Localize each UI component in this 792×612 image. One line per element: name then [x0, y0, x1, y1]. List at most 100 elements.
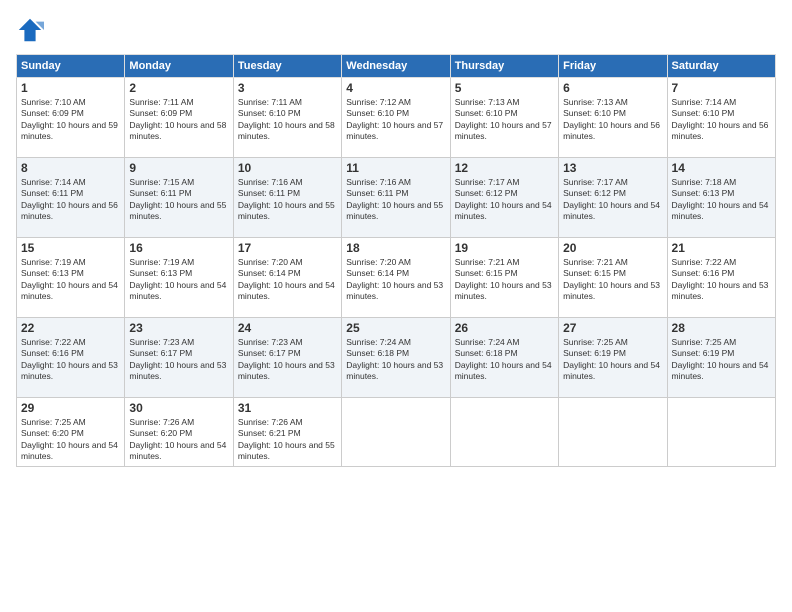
day-info: Sunrise: 7:25 AM Sunset: 6:19 PM Dayligh…: [563, 337, 662, 383]
day-number: 18: [346, 241, 445, 255]
day-info: Sunrise: 7:24 AM Sunset: 6:18 PM Dayligh…: [346, 337, 445, 383]
day-number: 4: [346, 81, 445, 95]
calendar-cell: 21 Sunrise: 7:22 AM Sunset: 6:16 PM Dayl…: [667, 238, 775, 318]
day-number: 28: [672, 321, 771, 335]
calendar-cell: 8 Sunrise: 7:14 AM Sunset: 6:11 PM Dayli…: [17, 158, 125, 238]
day-number: 17: [238, 241, 337, 255]
calendar-header-row: SundayMondayTuesdayWednesdayThursdayFrid…: [17, 55, 776, 78]
day-info: Sunrise: 7:21 AM Sunset: 6:15 PM Dayligh…: [563, 257, 662, 303]
page: SundayMondayTuesdayWednesdayThursdayFrid…: [0, 0, 792, 612]
week-row-1: 1 Sunrise: 7:10 AM Sunset: 6:09 PM Dayli…: [17, 78, 776, 158]
calendar-cell: 16 Sunrise: 7:19 AM Sunset: 6:13 PM Dayl…: [125, 238, 233, 318]
day-number: 1: [21, 81, 120, 95]
day-info: Sunrise: 7:18 AM Sunset: 6:13 PM Dayligh…: [672, 177, 771, 223]
calendar-cell: 18 Sunrise: 7:20 AM Sunset: 6:14 PM Dayl…: [342, 238, 450, 318]
day-info: Sunrise: 7:14 AM Sunset: 6:10 PM Dayligh…: [672, 97, 771, 143]
day-number: 23: [129, 321, 228, 335]
header-tuesday: Tuesday: [233, 55, 341, 78]
day-number: 10: [238, 161, 337, 175]
day-info: Sunrise: 7:14 AM Sunset: 6:11 PM Dayligh…: [21, 177, 120, 223]
day-number: 21: [672, 241, 771, 255]
day-number: 2: [129, 81, 228, 95]
calendar-cell: [342, 398, 450, 467]
calendar-cell: 13 Sunrise: 7:17 AM Sunset: 6:12 PM Dayl…: [559, 158, 667, 238]
day-number: 9: [129, 161, 228, 175]
calendar-cell: 23 Sunrise: 7:23 AM Sunset: 6:17 PM Dayl…: [125, 318, 233, 398]
day-number: 13: [563, 161, 662, 175]
day-number: 24: [238, 321, 337, 335]
day-number: 20: [563, 241, 662, 255]
calendar-cell: 14 Sunrise: 7:18 AM Sunset: 6:13 PM Dayl…: [667, 158, 775, 238]
day-number: 25: [346, 321, 445, 335]
week-row-5: 29 Sunrise: 7:25 AM Sunset: 6:20 PM Dayl…: [17, 398, 776, 467]
calendar-cell: 12 Sunrise: 7:17 AM Sunset: 6:12 PM Dayl…: [450, 158, 558, 238]
day-number: 7: [672, 81, 771, 95]
day-info: Sunrise: 7:25 AM Sunset: 6:19 PM Dayligh…: [672, 337, 771, 383]
day-info: Sunrise: 7:22 AM Sunset: 6:16 PM Dayligh…: [672, 257, 771, 303]
day-info: Sunrise: 7:16 AM Sunset: 6:11 PM Dayligh…: [238, 177, 337, 223]
day-info: Sunrise: 7:16 AM Sunset: 6:11 PM Dayligh…: [346, 177, 445, 223]
day-info: Sunrise: 7:13 AM Sunset: 6:10 PM Dayligh…: [563, 97, 662, 143]
calendar-cell: 29 Sunrise: 7:25 AM Sunset: 6:20 PM Dayl…: [17, 398, 125, 467]
calendar-cell: 9 Sunrise: 7:15 AM Sunset: 6:11 PM Dayli…: [125, 158, 233, 238]
week-row-4: 22 Sunrise: 7:22 AM Sunset: 6:16 PM Dayl…: [17, 318, 776, 398]
calendar-cell: 26 Sunrise: 7:24 AM Sunset: 6:18 PM Dayl…: [450, 318, 558, 398]
calendar-cell: 5 Sunrise: 7:13 AM Sunset: 6:10 PM Dayli…: [450, 78, 558, 158]
day-info: Sunrise: 7:25 AM Sunset: 6:20 PM Dayligh…: [21, 417, 120, 463]
day-info: Sunrise: 7:19 AM Sunset: 6:13 PM Dayligh…: [21, 257, 120, 303]
logo: [16, 16, 48, 44]
calendar-cell: 1 Sunrise: 7:10 AM Sunset: 6:09 PM Dayli…: [17, 78, 125, 158]
header-saturday: Saturday: [667, 55, 775, 78]
day-number: 6: [563, 81, 662, 95]
day-info: Sunrise: 7:26 AM Sunset: 6:21 PM Dayligh…: [238, 417, 337, 463]
calendar-cell: 15 Sunrise: 7:19 AM Sunset: 6:13 PM Dayl…: [17, 238, 125, 318]
calendar-cell: [559, 398, 667, 467]
day-number: 29: [21, 401, 120, 415]
week-row-3: 15 Sunrise: 7:19 AM Sunset: 6:13 PM Dayl…: [17, 238, 776, 318]
calendar-cell: 25 Sunrise: 7:24 AM Sunset: 6:18 PM Dayl…: [342, 318, 450, 398]
day-number: 30: [129, 401, 228, 415]
day-info: Sunrise: 7:17 AM Sunset: 6:12 PM Dayligh…: [563, 177, 662, 223]
day-number: 3: [238, 81, 337, 95]
day-info: Sunrise: 7:11 AM Sunset: 6:09 PM Dayligh…: [129, 97, 228, 143]
day-number: 15: [21, 241, 120, 255]
header-sunday: Sunday: [17, 55, 125, 78]
week-row-2: 8 Sunrise: 7:14 AM Sunset: 6:11 PM Dayli…: [17, 158, 776, 238]
calendar-cell: 2 Sunrise: 7:11 AM Sunset: 6:09 PM Dayli…: [125, 78, 233, 158]
calendar-cell: 11 Sunrise: 7:16 AM Sunset: 6:11 PM Dayl…: [342, 158, 450, 238]
day-info: Sunrise: 7:17 AM Sunset: 6:12 PM Dayligh…: [455, 177, 554, 223]
day-number: 14: [672, 161, 771, 175]
calendar-cell: 19 Sunrise: 7:21 AM Sunset: 6:15 PM Dayl…: [450, 238, 558, 318]
calendar-cell: 6 Sunrise: 7:13 AM Sunset: 6:10 PM Dayli…: [559, 78, 667, 158]
calendar-cell: 24 Sunrise: 7:23 AM Sunset: 6:17 PM Dayl…: [233, 318, 341, 398]
header-thursday: Thursday: [450, 55, 558, 78]
day-number: 16: [129, 241, 228, 255]
header: [16, 16, 776, 44]
day-info: Sunrise: 7:20 AM Sunset: 6:14 PM Dayligh…: [346, 257, 445, 303]
calendar-cell: 30 Sunrise: 7:26 AM Sunset: 6:20 PM Dayl…: [125, 398, 233, 467]
calendar-cell: [667, 398, 775, 467]
day-info: Sunrise: 7:23 AM Sunset: 6:17 PM Dayligh…: [238, 337, 337, 383]
calendar-cell: 4 Sunrise: 7:12 AM Sunset: 6:10 PM Dayli…: [342, 78, 450, 158]
calendar-cell: [450, 398, 558, 467]
calendar-cell: 27 Sunrise: 7:25 AM Sunset: 6:19 PM Dayl…: [559, 318, 667, 398]
day-number: 11: [346, 161, 445, 175]
day-info: Sunrise: 7:26 AM Sunset: 6:20 PM Dayligh…: [129, 417, 228, 463]
header-monday: Monday: [125, 55, 233, 78]
header-wednesday: Wednesday: [342, 55, 450, 78]
day-info: Sunrise: 7:23 AM Sunset: 6:17 PM Dayligh…: [129, 337, 228, 383]
day-number: 27: [563, 321, 662, 335]
day-info: Sunrise: 7:11 AM Sunset: 6:10 PM Dayligh…: [238, 97, 337, 143]
day-info: Sunrise: 7:13 AM Sunset: 6:10 PM Dayligh…: [455, 97, 554, 143]
calendar-cell: 17 Sunrise: 7:20 AM Sunset: 6:14 PM Dayl…: [233, 238, 341, 318]
day-info: Sunrise: 7:10 AM Sunset: 6:09 PM Dayligh…: [21, 97, 120, 143]
day-number: 8: [21, 161, 120, 175]
calendar-cell: 7 Sunrise: 7:14 AM Sunset: 6:10 PM Dayli…: [667, 78, 775, 158]
day-number: 31: [238, 401, 337, 415]
day-info: Sunrise: 7:20 AM Sunset: 6:14 PM Dayligh…: [238, 257, 337, 303]
calendar-cell: 28 Sunrise: 7:25 AM Sunset: 6:19 PM Dayl…: [667, 318, 775, 398]
day-number: 22: [21, 321, 120, 335]
day-info: Sunrise: 7:24 AM Sunset: 6:18 PM Dayligh…: [455, 337, 554, 383]
day-info: Sunrise: 7:22 AM Sunset: 6:16 PM Dayligh…: [21, 337, 120, 383]
header-friday: Friday: [559, 55, 667, 78]
